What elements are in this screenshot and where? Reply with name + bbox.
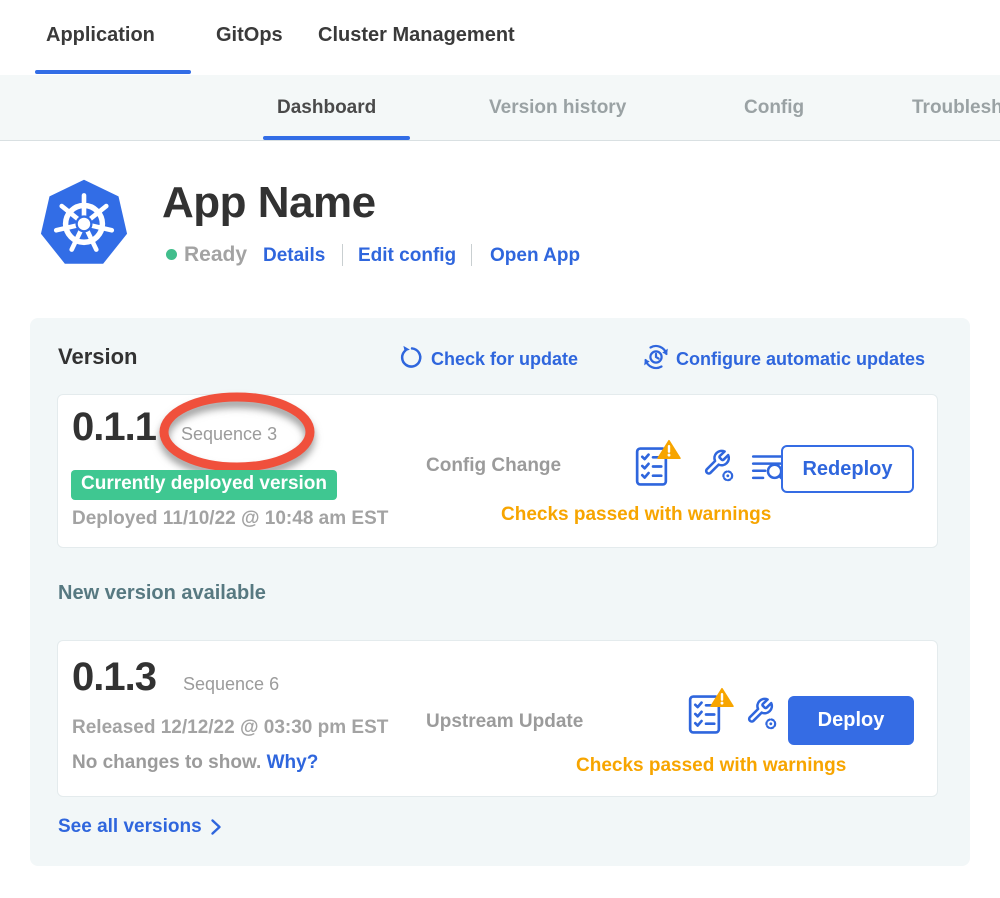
see-all-versions-label: See all versions [58,816,202,838]
version-card-title: Version [58,344,137,370]
refresh-icon[interactable] [398,345,423,370]
warning-icon [657,439,681,460]
tab-cluster-management[interactable]: Cluster Management [318,24,515,47]
view-diff-icon[interactable] [751,453,785,481]
checks-status-text: Checks passed with warnings [576,755,846,777]
version-source-label: Upstream Update [426,711,583,733]
status-dot-icon [166,249,177,260]
status-badge: Ready [184,243,247,267]
deployed-timestamp: Deployed 11/10/22 @ 10:48 am EST [72,508,388,530]
tab-dashboard[interactable]: Dashboard [277,97,376,119]
check-for-update-link[interactable]: Check for update [431,349,578,370]
config-wrench-icon[interactable] [699,447,735,485]
available-version-number: 0.1.3 [72,655,156,700]
version-card: Version Check for update Configure autom… [30,318,970,866]
tab-application[interactable]: Application [46,24,155,47]
open-app-link[interactable]: Open App [490,245,580,267]
page-title: App Name [162,178,376,228]
tab-version-history[interactable]: Version history [489,97,626,119]
divider [342,244,343,266]
preflight-checks-icon[interactable] [688,687,734,735]
deployed-version-row: 0.1.1 Sequence 3 Currently deployed vers… [57,394,938,548]
chevron-right-icon [210,818,222,836]
divider [471,244,472,266]
currently-deployed-badge: Currently deployed version [71,470,337,500]
redeploy-button[interactable]: Redeploy [781,445,914,493]
edit-config-link[interactable]: Edit config [358,245,456,267]
tab-gitops[interactable]: GitOps [216,24,283,47]
kubernetes-logo-icon [38,177,130,269]
warning-icon [710,687,734,708]
new-version-heading: New version available [58,582,266,605]
no-changes-text: No changes to show. Why? [72,752,318,774]
see-all-versions-link[interactable]: See all versions [58,816,222,838]
auto-update-schedule-icon[interactable] [642,343,670,371]
why-link[interactable]: Why? [267,752,319,773]
tab-config[interactable]: Config [744,97,804,119]
details-link[interactable]: Details [263,245,325,267]
active-subtab-indicator [263,136,410,140]
deployed-version-number: 0.1.1 [72,405,156,450]
available-version-row: 0.1.3 Sequence 6 Released 12/12/22 @ 03:… [57,640,938,797]
no-changes-label: No changes to show. [72,752,261,773]
deploy-button[interactable]: Deploy [788,696,914,745]
available-sequence-label: Sequence 6 [183,674,279,695]
app-sub-nav: Dashboard Version history Config Trouble… [0,75,1000,141]
preflight-checks-icon[interactable] [635,439,681,487]
configure-automatic-updates-link[interactable]: Configure automatic updates [676,349,925,370]
config-wrench-icon[interactable] [742,695,778,733]
tab-troubleshoot[interactable]: Troubleshoot [912,97,1000,119]
top-nav: Application GitOps Cluster Management [0,0,1000,75]
active-tab-indicator [35,70,191,74]
checks-status-text: Checks passed with warnings [501,504,771,526]
deployed-sequence-label: Sequence 3 [181,424,277,445]
released-timestamp: Released 12/12/22 @ 03:30 pm EST [72,717,388,739]
version-source-label: Config Change [426,455,561,477]
